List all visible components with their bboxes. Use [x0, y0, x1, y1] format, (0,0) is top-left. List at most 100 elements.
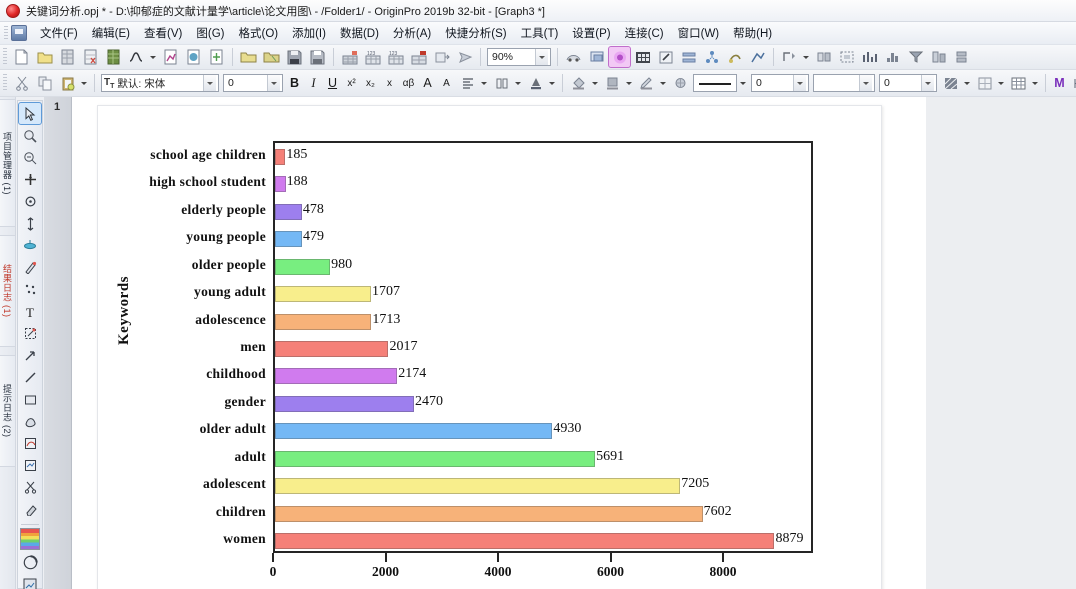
- new-project-icon[interactable]: [11, 47, 32, 67]
- text-align-dropdown-caret[interactable]: [479, 73, 488, 93]
- scissors-tool-icon[interactable]: [19, 477, 41, 498]
- new-plot-dropdown-caret[interactable]: [148, 47, 157, 67]
- regional-mask-icon[interactable]: [836, 47, 857, 67]
- draw-data-tool-icon[interactable]: [19, 235, 41, 256]
- menu-item-connect[interactable]: 连接(C): [618, 23, 671, 43]
- paste-icon[interactable]: [57, 73, 78, 93]
- zoom-tools-dropdown-caret[interactable]: [801, 47, 810, 67]
- import-wizard-icon[interactable]: [339, 47, 360, 67]
- bar[interactable]: [275, 176, 286, 193]
- menu-item-data[interactable]: 数据(D): [333, 23, 386, 43]
- pointer-tool-icon[interactable]: [18, 102, 42, 125]
- bar[interactable]: [275, 478, 681, 495]
- columns-icon[interactable]: [491, 73, 512, 93]
- line-color-icon[interactable]: [636, 73, 657, 93]
- font-size-dropdown-arrow[interactable]: [267, 75, 280, 91]
- text-align-icon[interactable]: [457, 73, 478, 93]
- new-layer-icon[interactable]: [586, 47, 607, 67]
- dock-tab-results-log[interactable]: 结果日志 (1): [0, 235, 16, 347]
- zoom-in-icon[interactable]: [779, 47, 800, 67]
- zoom-magnifier-tool-icon[interactable]: [19, 125, 41, 146]
- superscript-icon[interactable]: x²: [342, 73, 361, 93]
- line-width-dropdown-arrow[interactable]: [793, 75, 806, 91]
- arrow-region-tool-icon[interactable]: [19, 323, 41, 344]
- speed-mode-icon[interactable]: [655, 47, 676, 67]
- columns-dropdown-caret[interactable]: [513, 73, 522, 93]
- new-excel-icon[interactable]: [80, 47, 101, 67]
- mask-points-icon[interactable]: [813, 47, 834, 67]
- format-toolbar-grip-handle[interactable]: [3, 74, 7, 92]
- bar[interactable]: [275, 533, 775, 550]
- fill-pattern-dropdown-arrow[interactable]: [859, 75, 872, 91]
- bar[interactable]: [275, 148, 286, 165]
- grid-dropdown-caret[interactable]: [996, 73, 1005, 93]
- data-reader-tool-icon[interactable]: [19, 147, 41, 168]
- new-workbook-icon[interactable]: [57, 47, 78, 67]
- new-matrix-icon[interactable]: [103, 47, 124, 67]
- image-tool-icon[interactable]: [19, 574, 41, 589]
- window-system-icon[interactable]: [11, 25, 27, 41]
- font-family-dropdown-arrow[interactable]: [203, 75, 216, 91]
- subscript-icon[interactable]: x₂: [361, 73, 380, 93]
- insert-object-icon[interactable]: [1070, 73, 1076, 93]
- screen-reader-tool-icon[interactable]: [19, 169, 41, 190]
- greek-icon[interactable]: αβ: [399, 73, 418, 93]
- fill-color-dropdown-caret[interactable]: [590, 73, 599, 93]
- fill-pattern-icon[interactable]: [940, 73, 961, 93]
- dock-tab-messages-log[interactable]: 提示日志 (2): [0, 355, 16, 467]
- bar[interactable]: [275, 258, 331, 275]
- unstack-icon[interactable]: [928, 47, 949, 67]
- export-graph-icon[interactable]: [431, 47, 452, 67]
- eraser-tool-icon[interactable]: [19, 499, 41, 520]
- table-icon[interactable]: [1008, 73, 1029, 93]
- fill-pattern-style-caret[interactable]: [962, 73, 971, 93]
- fill-color-icon[interactable]: [568, 73, 589, 93]
- color-palette-tool-icon[interactable]: [20, 528, 40, 550]
- open-excel-icon[interactable]: [261, 47, 282, 67]
- pattern-width-dropdown-arrow[interactable]: [921, 75, 934, 91]
- rectangle-tool-icon[interactable]: [19, 389, 41, 410]
- menu-item-quick-analysis[interactable]: 快捷分析(S): [438, 23, 513, 43]
- pattern-color-dropdown-caret[interactable]: [624, 73, 633, 93]
- statistics-icon[interactable]: [859, 47, 880, 67]
- arrow-tool-icon[interactable]: [19, 345, 41, 366]
- bar[interactable]: [275, 423, 553, 440]
- font-color-icon[interactable]: [525, 73, 546, 93]
- zoom-level-combo[interactable]: 90%: [487, 48, 551, 66]
- pattern-width-combo[interactable]: 0: [879, 74, 937, 92]
- color-wheel-tool-icon[interactable]: [19, 552, 41, 573]
- import-multiple-ascii-icon[interactable]: 123: [385, 47, 406, 67]
- horizontal-bar-chart[interactable]: Keywords school age children high school …: [98, 106, 883, 589]
- new-notes-icon[interactable]: [206, 47, 227, 67]
- bar[interactable]: [275, 313, 372, 330]
- underline-icon[interactable]: U: [323, 73, 342, 93]
- import-database-icon[interactable]: [408, 47, 429, 67]
- text-tool-icon[interactable]: T: [19, 301, 41, 322]
- new-graph-icon[interactable]: [160, 47, 181, 67]
- freehand-tool-icon[interactable]: [19, 433, 41, 454]
- data-reader-icon[interactable]: [747, 47, 768, 67]
- font-size-combo[interactable]: 0: [223, 74, 283, 92]
- vertical-cursor-tool-icon[interactable]: [19, 213, 41, 234]
- screen-reader-icon[interactable]: [724, 47, 745, 67]
- table-dropdown-caret[interactable]: [1030, 73, 1039, 93]
- bar[interactable]: [275, 231, 302, 248]
- menu-item-graph[interactable]: 图(G): [189, 23, 231, 43]
- graph-page[interactable]: Keywords school age children high school …: [97, 105, 882, 589]
- histogram-icon[interactable]: [882, 47, 903, 67]
- rescale-icon[interactable]: [563, 47, 584, 67]
- object-color-icon[interactable]: [670, 73, 691, 93]
- font-color-dropdown-caret[interactable]: [547, 73, 556, 93]
- menu-item-analysis[interactable]: 分析(A): [386, 23, 438, 43]
- increase-font-icon[interactable]: A: [418, 73, 437, 93]
- paste-dropdown-caret[interactable]: [79, 73, 88, 93]
- import-single-ascii-icon[interactable]: 123: [362, 47, 383, 67]
- menu-item-help[interactable]: 帮助(H): [726, 23, 779, 43]
- save-template-icon[interactable]: [307, 47, 328, 67]
- pattern-color-icon[interactable]: [602, 73, 623, 93]
- menu-item-edit[interactable]: 编辑(E): [85, 23, 137, 43]
- italic-icon[interactable]: I: [304, 73, 323, 93]
- line-tool-icon[interactable]: [19, 367, 41, 388]
- copy-icon[interactable]: [34, 73, 55, 93]
- dock-tab-project-explorer[interactable]: 项目管理器 (1): [0, 99, 16, 227]
